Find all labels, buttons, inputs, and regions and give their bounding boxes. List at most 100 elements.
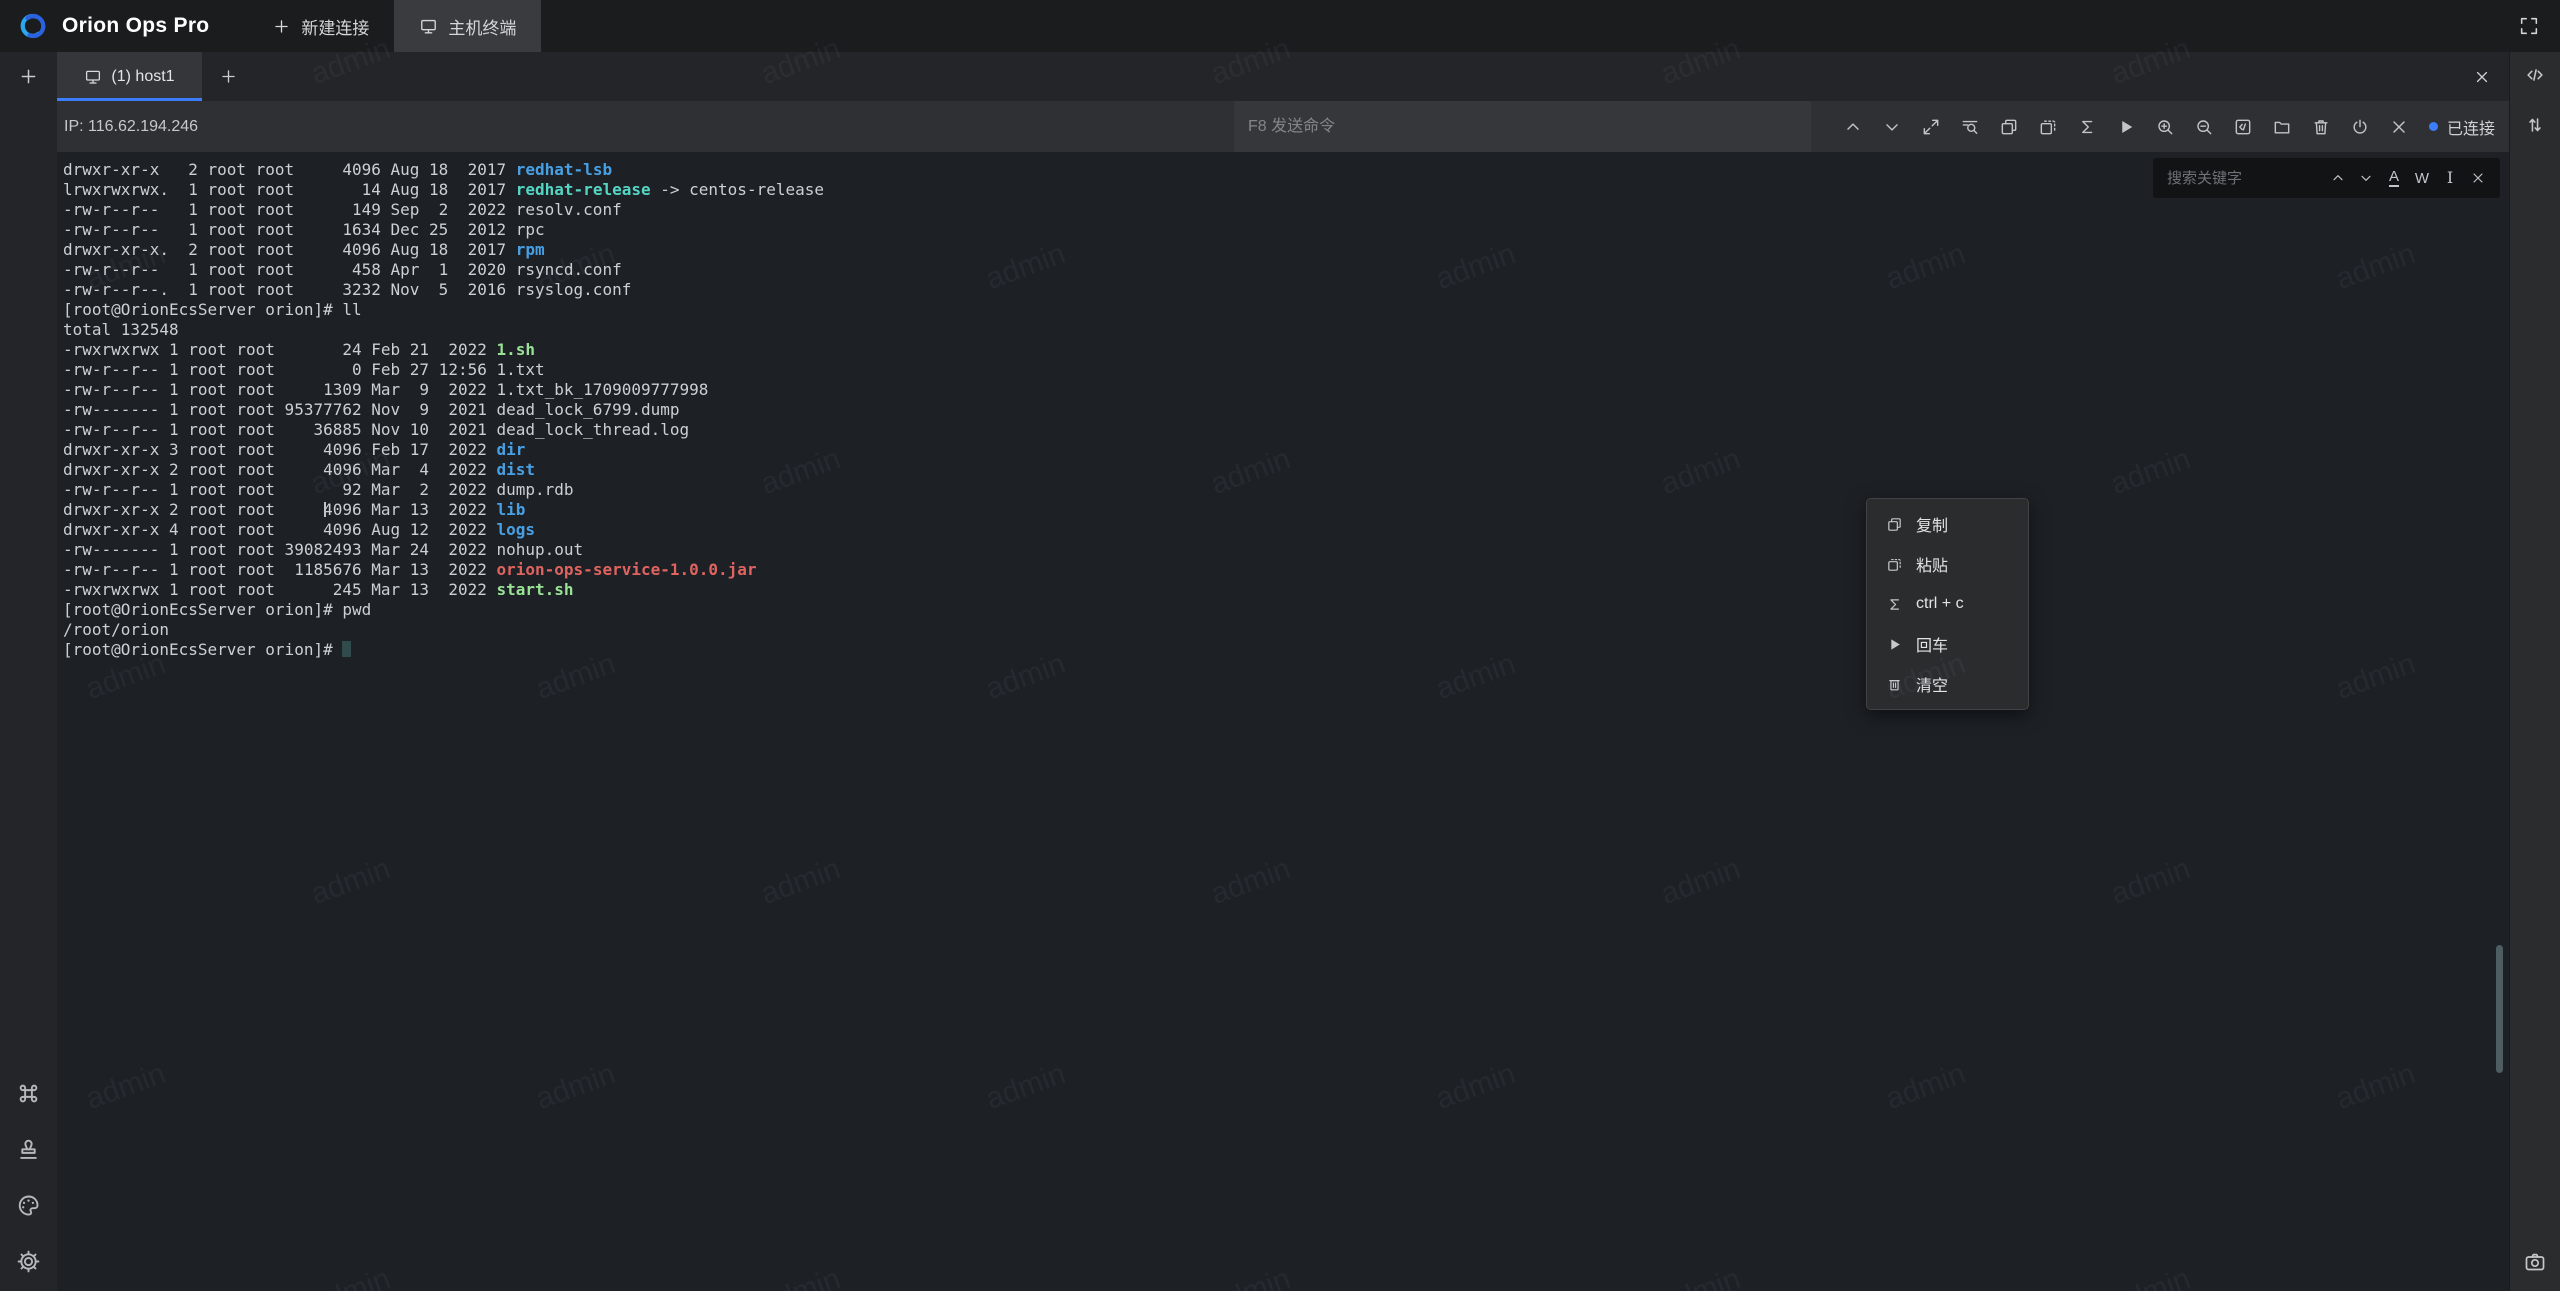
sidebar-settings-button[interactable]	[15, 1248, 42, 1278]
swap-vertical-icon	[2524, 114, 2546, 136]
scrollbar-thumb[interactable]	[2496, 945, 2503, 1073]
topbar: Orion Ops Pro 新建连接 主机终端	[0, 0, 2560, 52]
toolbar-play-button[interactable]	[2107, 101, 2146, 152]
context-menu-item-copy[interactable]: 复制	[1867, 504, 2028, 544]
search-match-case-button[interactable]: A	[2380, 164, 2408, 192]
toolbar-zoom-in-button[interactable]	[2146, 101, 2185, 152]
screenshot-icon	[2523, 1250, 2547, 1274]
left-sidebar	[0, 52, 57, 1291]
terminal[interactable]: drwxr-xr-x 2 root root 4096 Aug 18 2017 …	[57, 152, 2509, 1291]
terminal-tab-host1[interactable]: (1) host1	[57, 52, 202, 101]
right-sidebar-bottom	[2523, 1250, 2547, 1291]
terminal-output: drwxr-xr-x 2 root root 4096 Aug 18 2017 …	[63, 160, 2509, 660]
search-input[interactable]	[2165, 169, 2324, 188]
chevron-up-icon	[1843, 117, 1863, 137]
terminal-toolbar: 已连接	[1834, 101, 2501, 152]
context-menu-item-play[interactable]: 回车	[1867, 624, 2028, 664]
terminal-line: [root@OrionEcsServer orion]#	[63, 640, 2509, 660]
terminal-line: -rw-r--r-- 1 root root 0 Feb 27 12:56 1.…	[63, 360, 2509, 380]
terminal-line: -rw-r--r-- 1 root root 36885 Nov 10 2021…	[63, 420, 2509, 440]
rail-code-button[interactable]	[2524, 64, 2546, 89]
toolbar-sigma-button[interactable]	[2068, 101, 2107, 152]
rail-screenshot-button[interactable]	[2523, 1250, 2547, 1277]
terminal-line: drwxr-xr-x 2 root root 4096 Mar 4 2022 d…	[63, 460, 2509, 480]
topbar-tab-host-terminal[interactable]: 主机终端	[394, 0, 541, 52]
sidebar-stamp-button[interactable]	[15, 1136, 42, 1166]
rail-swap-vertical-button[interactable]	[2524, 114, 2546, 139]
close-icon	[2389, 117, 2409, 137]
sigma-icon	[2077, 117, 2097, 137]
search-whole-word-button[interactable]: W	[2408, 164, 2436, 192]
command-input[interactable]	[1234, 101, 1811, 152]
context-menu-item-clear[interactable]: 清空	[1867, 664, 2028, 704]
toolbar-trash-button[interactable]	[2302, 101, 2341, 152]
search-chevron-up-button[interactable]	[2324, 164, 2352, 192]
context-menu-item-paste[interactable]: 粘贴	[1867, 544, 2028, 584]
terminal-line: [root@OrionEcsServer orion]# ll	[63, 300, 2509, 320]
terminal-tab-label: (1) host1	[111, 68, 174, 86]
chevron-up-icon	[2330, 170, 2346, 186]
sigma-icon	[1886, 596, 1903, 613]
clear-icon	[1886, 676, 1903, 693]
palette-icon	[15, 1192, 42, 1219]
toolbar-paste-button[interactable]	[2029, 101, 2068, 152]
terminal-line: drwxr-xr-x 2 root root 4096 Mar 13 2022 …	[63, 500, 2509, 520]
search-chevron-down-button[interactable]	[2352, 164, 2380, 192]
zoom-in-icon	[2155, 117, 2175, 137]
sidebar-command-button[interactable]	[15, 1080, 42, 1110]
toolbar-folder-button[interactable]	[2263, 101, 2302, 152]
right-sidebar-slot	[2510, 52, 2560, 101]
search-regex-button[interactable]: I	[2436, 164, 2464, 192]
toolbar-copy-button[interactable]	[1990, 101, 2029, 152]
topbar-tab-label: 主机终端	[448, 14, 516, 39]
connected-dot	[2429, 122, 2438, 131]
terminal-cursor	[342, 641, 351, 657]
toolbar-fit-screen-button[interactable]	[1912, 101, 1951, 152]
chevron-down-icon	[2358, 170, 2374, 186]
connection-status: 已连接	[2429, 115, 2495, 139]
fullscreen-icon	[2518, 15, 2540, 37]
app-logo-icon	[16, 0, 50, 52]
code-block-icon	[2233, 117, 2253, 137]
regex-icon: I	[2447, 170, 2453, 186]
terminal-line: -rw-r--r-- 1 root root 149 Sep 2 2022 re…	[63, 200, 2509, 220]
toolbar-code-block-button[interactable]	[2224, 101, 2263, 152]
toolbar-chevron-down-button[interactable]	[1873, 101, 1912, 152]
close-all-tabs-button[interactable]	[2467, 62, 2497, 92]
copy-icon	[1886, 516, 1903, 533]
toolbar-find-button[interactable]	[1951, 101, 1990, 152]
context-menu-label: ctrl + c	[1916, 595, 1964, 613]
context-menu-item-sigma[interactable]: ctrl + c	[1867, 584, 2028, 624]
close-icon	[2470, 170, 2486, 186]
context-menu-label: 回车	[1916, 632, 1948, 656]
toolbar-zoom-out-button[interactable]	[2185, 101, 2224, 152]
toolbar-close-button[interactable]	[2380, 101, 2419, 152]
new-tab-button[interactable]	[0, 52, 57, 101]
right-sidebar-slot	[2510, 101, 2560, 152]
terminal-line: -rw-r--r-- 1 root root 1634 Dec 25 2012 …	[63, 220, 2509, 240]
close-icon	[2473, 68, 2491, 86]
plus-icon	[219, 67, 238, 86]
context-menu-label: 复制	[1916, 512, 1948, 536]
terminal-tabbar: (1) host1	[57, 52, 2509, 101]
copy-icon	[1999, 117, 2019, 137]
search-close-button[interactable]	[2464, 164, 2492, 192]
session-header: IP: 116.62.194.246 已连接	[57, 101, 2509, 152]
add-terminal-button[interactable]	[202, 52, 254, 101]
toolbar-power-button[interactable]	[2341, 101, 2380, 152]
left-sidebar-icons	[15, 1080, 42, 1291]
context-menu-label: 粘贴	[1916, 552, 1948, 576]
topbar-tab-new-connection[interactable]: 新建连接	[247, 0, 394, 52]
sidebar-palette-button[interactable]	[15, 1192, 42, 1222]
context-menu: 复制粘贴 ctrl + c 回车清空	[1866, 498, 2029, 710]
command-icon	[15, 1080, 42, 1107]
fullscreen-button[interactable]	[2514, 11, 2544, 41]
terminal-line: lrwxrwxrwx. 1 root root 14 Aug 18 2017 r…	[63, 180, 2509, 200]
main-area: (1) host1 IP: 116.62.194.246 已连接 drwxr-x…	[57, 52, 2509, 1291]
context-menu-label: 清空	[1916, 672, 1948, 696]
match-case-icon: A	[2389, 169, 2399, 187]
toolbar-chevron-up-button[interactable]	[1834, 101, 1873, 152]
search-panel: AWI	[2153, 158, 2500, 198]
right-sidebar-top	[2510, 52, 2560, 152]
monitor-icon	[84, 68, 102, 86]
